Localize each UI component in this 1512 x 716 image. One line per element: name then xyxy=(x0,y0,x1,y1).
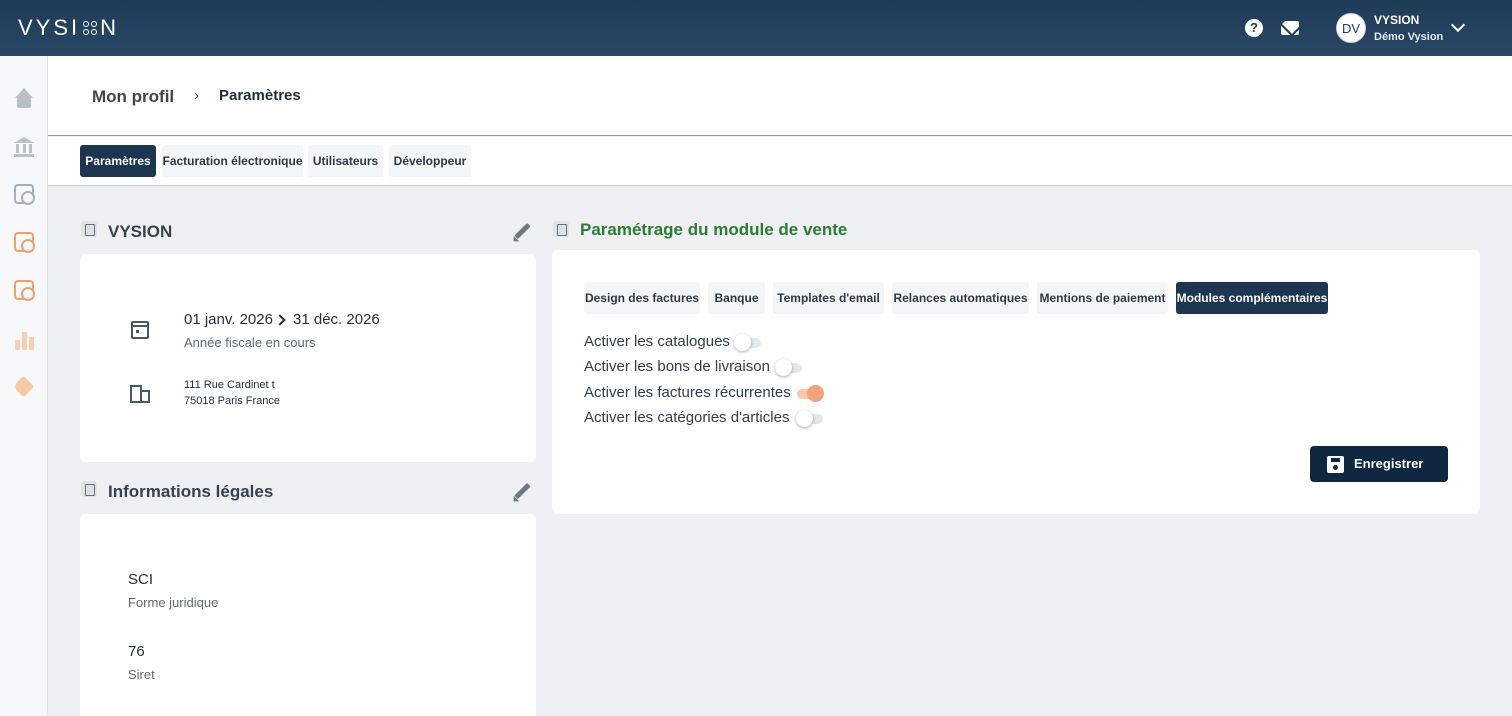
toggle-factures-recurrentes[interactable] xyxy=(797,385,824,402)
chevron-right-icon xyxy=(274,314,286,326)
address-line-2: 75018 Paris France xyxy=(184,395,280,407)
legal-form-caption: Forme juridique xyxy=(128,595,219,610)
fiscal-end-date: 31 déc. 2026 xyxy=(293,311,380,328)
address-line-1: 111 Rue Cardinet t xyxy=(184,379,275,391)
sales-module-title: Paramétrage du module de vente xyxy=(580,220,848,239)
tab-utilisateurs[interactable]: Utilisateurs xyxy=(308,145,383,177)
tag-icon[interactable] xyxy=(14,377,34,397)
breadcrumb-current: Paramètres xyxy=(219,87,301,104)
toggle-label-bons-livraison: Activer les bons de livraison xyxy=(584,358,770,375)
save-icon xyxy=(1327,456,1344,473)
subtab-modules-complementaires[interactable]: Modules complémentaires xyxy=(1176,282,1328,314)
legal-card: SCI Forme juridique 76 Siret xyxy=(80,514,536,716)
vysion-logo[interactable]: VYSI N xyxy=(18,15,120,40)
sales-icon[interactable] xyxy=(14,232,35,253)
sidebar xyxy=(0,56,48,716)
home-icon[interactable] xyxy=(14,88,34,108)
main-tabs: Paramètres Facturation électronique Util… xyxy=(48,137,1512,186)
fiscal-caption: Année fiscale en cours xyxy=(184,335,316,350)
tab-parametres[interactable]: Paramètres xyxy=(80,145,156,177)
subtab-design-factures[interactable]: Design des factures xyxy=(584,282,700,314)
breadcrumb-parent[interactable]: Mon profil xyxy=(92,87,174,107)
subtab-banque[interactable]: Banque xyxy=(708,282,765,314)
toggle-categories-articles[interactable] xyxy=(796,410,823,427)
avatar[interactable]: DV xyxy=(1336,13,1366,43)
sales-module-icon xyxy=(553,221,569,237)
chart-icon[interactable] xyxy=(14,330,34,350)
purchases-icon[interactable] xyxy=(14,184,35,205)
company-title: VYSION xyxy=(108,222,173,241)
toggle-label-factures-recurrentes: Activer les factures récurrentes xyxy=(584,384,791,401)
calendar-icon xyxy=(131,321,149,339)
siret-value: 76 xyxy=(128,643,145,660)
page-header: Mon profil › Paramètres xyxy=(48,56,1512,136)
toggle-catalogues[interactable] xyxy=(734,334,761,351)
chevron-down-icon[interactable] xyxy=(1450,17,1466,33)
toggle-label-categories-articles: Activer les catégories d'articles xyxy=(584,409,790,426)
siret-caption: Siret xyxy=(128,667,155,682)
logo-text-left: VYSI xyxy=(18,15,81,40)
building-icon xyxy=(130,385,150,403)
save-button[interactable]: Enregistrer xyxy=(1310,446,1448,482)
subtab-templates-email[interactable]: Templates d'email xyxy=(773,282,884,314)
top-bar: VYSI N ? DV VYSION Démo Vysion xyxy=(0,0,1512,56)
breadcrumb-separator: › xyxy=(194,87,199,104)
company-section-icon xyxy=(81,221,97,237)
tab-developpeur[interactable]: Développeur xyxy=(389,145,471,177)
subtab-relances-automatiques[interactable]: Relances automatiques xyxy=(892,282,1029,314)
fiscal-start-date: 01 janv. 2026 xyxy=(184,311,273,328)
tab-facturation-electronique[interactable]: Facturation électronique xyxy=(162,145,303,177)
toggle-bons-livraison[interactable] xyxy=(775,359,802,376)
bank-icon[interactable] xyxy=(14,137,34,157)
subtab-mentions-paiement[interactable]: Mentions de paiement xyxy=(1037,282,1168,314)
save-button-label: Enregistrer xyxy=(1354,456,1424,471)
user-organization[interactable]: Démo Vysion xyxy=(1374,31,1443,43)
logo-dots-icon xyxy=(83,21,98,35)
legal-section-icon xyxy=(81,481,97,497)
logo-text-right: N xyxy=(100,15,120,40)
edit-company-pencil-icon[interactable] xyxy=(513,223,531,241)
legal-title: Informations légales xyxy=(108,482,274,501)
company-card: 01 janv. 2026 31 déc. 2026 Année fiscale… xyxy=(80,254,536,462)
toggle-label-catalogues: Activer les catalogues xyxy=(584,333,730,350)
invoices-icon[interactable] xyxy=(14,280,35,301)
user-name[interactable]: VYSION xyxy=(1374,13,1419,27)
edit-legal-pencil-icon[interactable] xyxy=(513,483,531,501)
legal-form-value: SCI xyxy=(128,571,154,588)
help-icon[interactable]: ? xyxy=(1245,19,1263,37)
mail-icon[interactable] xyxy=(1281,21,1299,35)
